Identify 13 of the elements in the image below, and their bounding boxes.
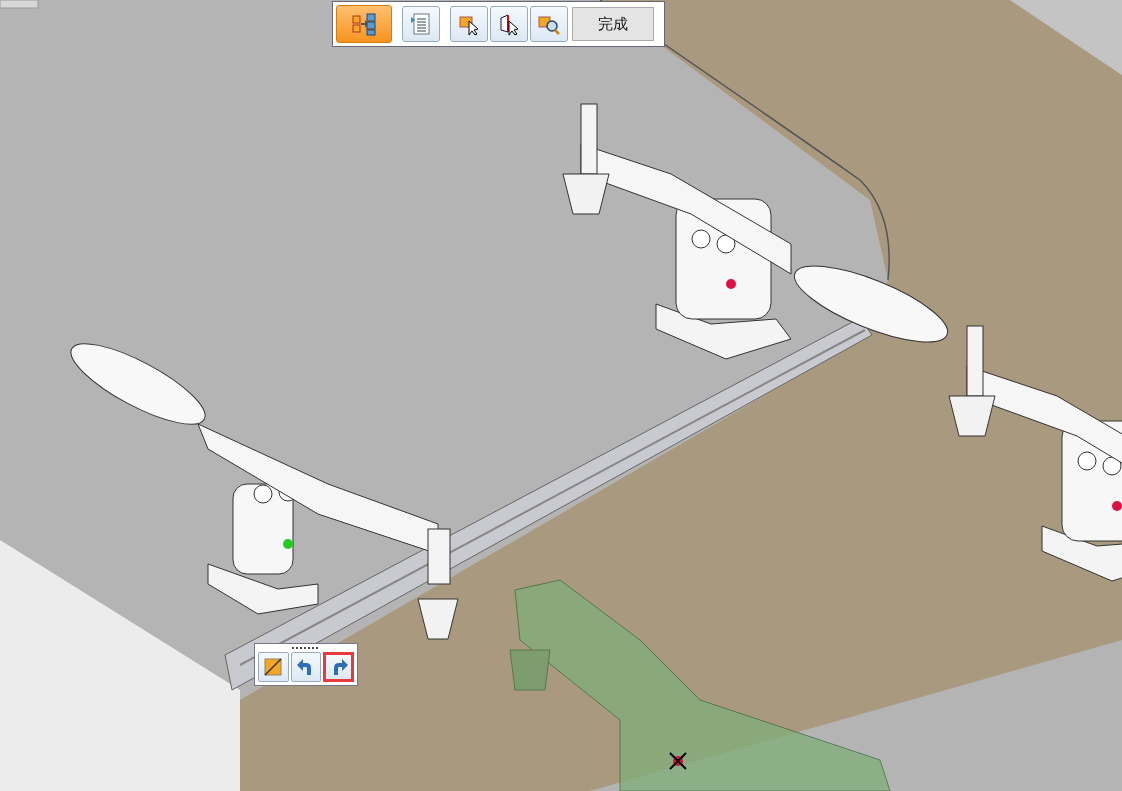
- drag-handle[interactable]: [292, 647, 320, 649]
- mini-toolbar-button[interactable]: [258, 652, 289, 682]
- square-diagonal-icon: [263, 657, 284, 677]
- face-cursor-icon: [497, 12, 521, 36]
- toolbar-button[interactable]: [490, 6, 528, 42]
- list-icon: [409, 12, 433, 36]
- toolbar-button[interactable]: [450, 6, 488, 42]
- origin-marker-icon: [669, 752, 687, 770]
- mini-toolbar-button[interactable]: [323, 652, 354, 682]
- mini-toolbar-button[interactable]: [290, 652, 322, 682]
- blocks-arrow-icon: [352, 12, 376, 36]
- done-button[interactable]: 完成: [572, 7, 654, 41]
- toolbar-button[interactable]: [530, 6, 568, 42]
